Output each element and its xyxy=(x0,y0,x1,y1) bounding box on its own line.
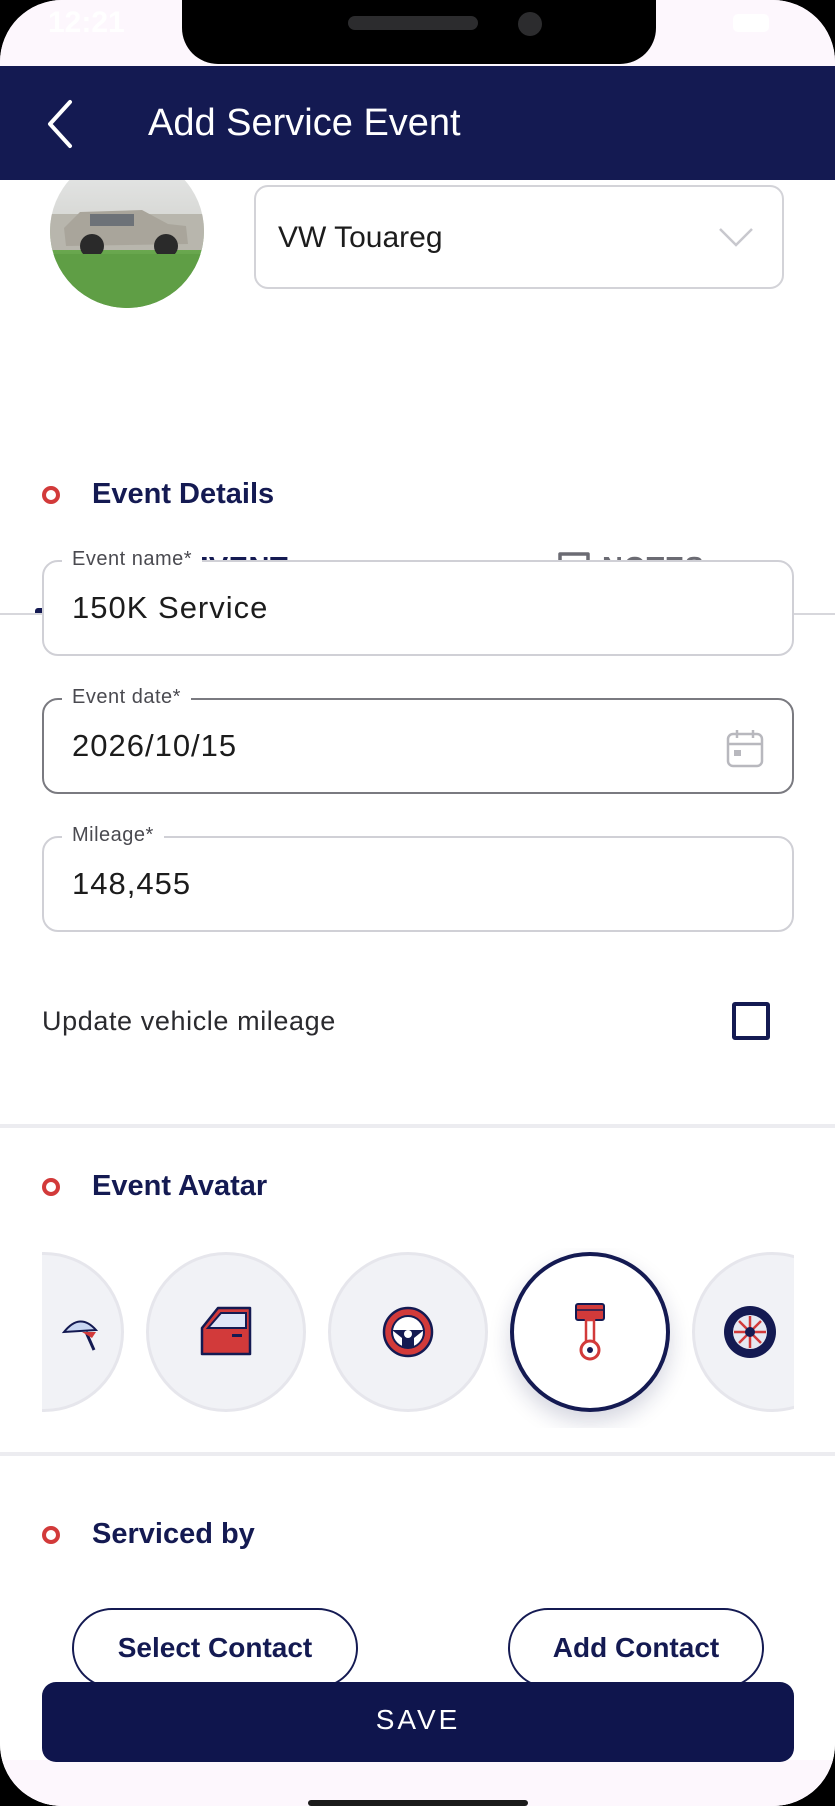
status-time: 12:21 xyxy=(48,6,125,39)
piston-icon xyxy=(575,1303,605,1361)
update-mileage-label: Update vehicle mileage xyxy=(42,1006,336,1036)
save-button-label: SAVE xyxy=(375,1704,461,1735)
car-photo-icon xyxy=(50,210,204,308)
save-button[interactable]: SAVE xyxy=(42,1682,794,1762)
page-title: Add Service Event xyxy=(148,102,461,144)
vehicle-select[interactable]: VW Touareg xyxy=(254,185,784,289)
battery-icon xyxy=(733,14,769,32)
event-name-value: 150K Service xyxy=(72,590,269,625)
section-bullet-icon xyxy=(42,485,60,504)
wiper-icon xyxy=(61,1320,99,1351)
mileage-field[interactable]: Mileage* 148,455 xyxy=(42,824,794,932)
section-bullet-icon xyxy=(42,1177,60,1196)
avatar-car-door[interactable] xyxy=(146,1252,306,1412)
avatar-steering-wheel[interactable] xyxy=(328,1252,488,1412)
mileage-label: Mileage* xyxy=(62,824,164,847)
serviced-by-title: Serviced by xyxy=(92,1518,255,1550)
steering-wheel-icon xyxy=(382,1306,434,1358)
calendar-icon[interactable] xyxy=(726,728,764,768)
avatar-wiper[interactable] xyxy=(42,1252,124,1412)
home-indicator[interactable] xyxy=(308,1800,528,1806)
phone-screen: 12:21 Add Service Event VW Touareg Event… xyxy=(0,0,835,1806)
avatar-tire[interactable] xyxy=(692,1252,794,1412)
event-avatar-title: Event Avatar xyxy=(92,1170,268,1202)
event-date-label: Event date* xyxy=(62,686,191,709)
form-content: VW Touareg EVENT xyxy=(0,180,835,1806)
select-contact-button[interactable]: Select Contact xyxy=(72,1608,358,1688)
event-details-title: Event Details xyxy=(92,478,275,510)
event-details-header: Event Details xyxy=(42,478,274,511)
add-contact-label: Add Contact xyxy=(552,1632,720,1663)
avatar-carousel[interactable] xyxy=(42,1248,794,1428)
car-door-icon xyxy=(200,1306,252,1356)
serviced-by-header: Serviced by xyxy=(42,1518,255,1551)
event-name-field[interactable]: Event name* 150K Service xyxy=(42,548,794,656)
event-avatar-header: Event Avatar xyxy=(42,1170,267,1203)
add-contact-button[interactable]: Add Contact xyxy=(508,1608,764,1688)
section-bullet-icon xyxy=(42,1525,60,1544)
event-name-label: Event name* xyxy=(62,548,203,571)
chevron-down-icon xyxy=(719,228,753,247)
back-arrow-icon xyxy=(48,100,72,148)
back-button[interactable] xyxy=(38,96,86,152)
avatar-piston[interactable] xyxy=(510,1252,670,1412)
section-divider xyxy=(0,1124,835,1128)
section-divider xyxy=(0,1452,835,1456)
vehicle-photo xyxy=(50,180,204,308)
select-contact-label: Select Contact xyxy=(117,1632,313,1663)
tire-icon xyxy=(724,1306,776,1358)
app-bar: Add Service Event xyxy=(0,66,835,180)
status-icons xyxy=(705,8,775,45)
event-date-value: 2026/10/15 xyxy=(72,728,238,763)
event-date-field[interactable]: Event date* 2026/10/15 xyxy=(42,686,794,794)
update-mileage-checkbox[interactable] xyxy=(732,1002,770,1040)
notch xyxy=(182,0,656,64)
mileage-value: 148,455 xyxy=(72,866,192,901)
vehicle-select-value: VW Touareg xyxy=(278,221,443,254)
update-mileage-row: Update vehicle mileage xyxy=(42,992,794,1052)
